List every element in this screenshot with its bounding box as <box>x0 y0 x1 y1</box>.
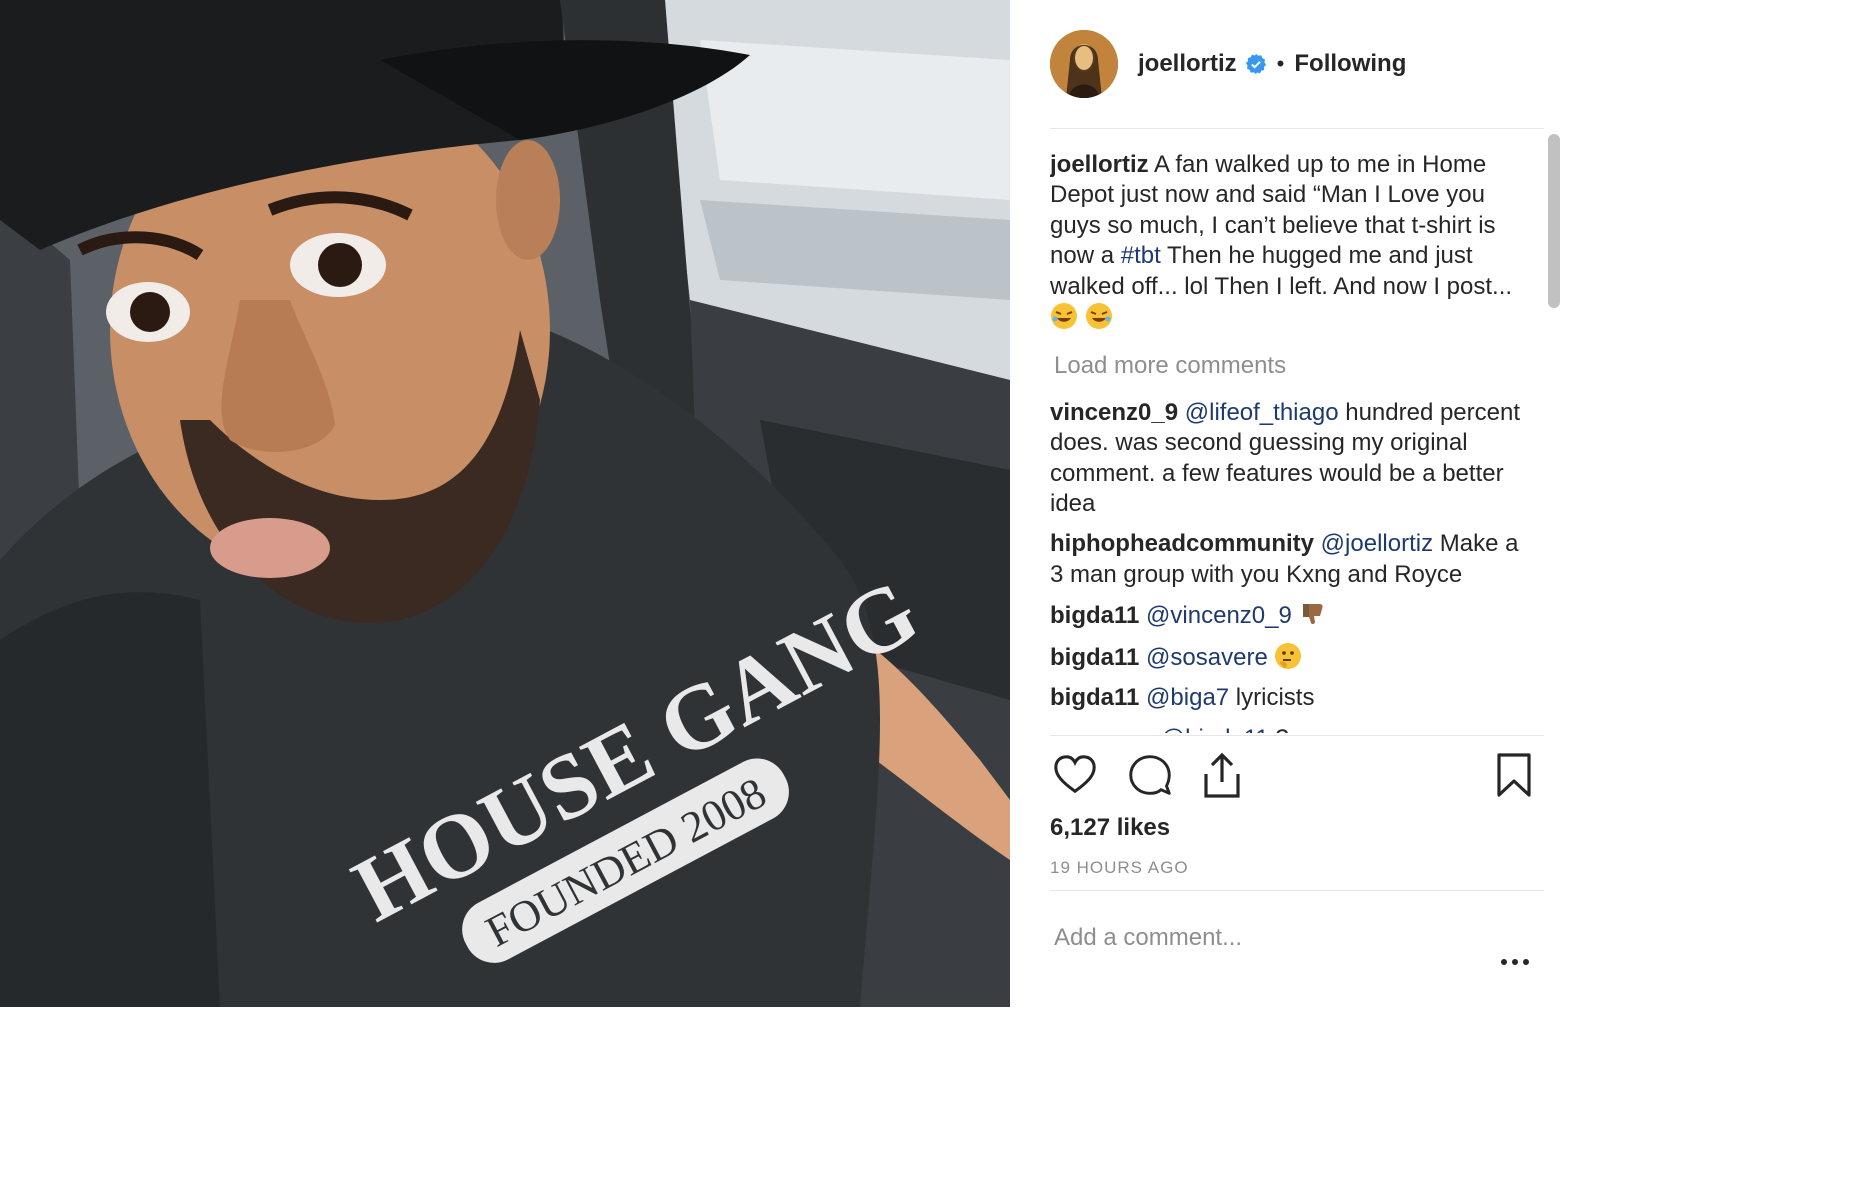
comments-divider <box>1050 735 1544 736</box>
comment-mention[interactable]: @vincenz0_9 <box>1146 602 1292 629</box>
header-divider <box>1050 128 1544 129</box>
comment-username[interactable]: vincenz0_9 <box>1050 399 1178 426</box>
rofl-emoji-icon <box>1051 303 1077 330</box>
comment-mention[interactable]: @biga7 <box>1146 684 1229 711</box>
comment-text: ? <box>1269 725 1288 734</box>
selfie-illustration: HOUSE GANG FOUNDED 2008 <box>0 0 1010 1007</box>
comment-mention[interactable]: @lifeof_thiago <box>1185 399 1339 426</box>
thumbs-down-emoji-icon <box>1302 604 1323 625</box>
verified-badge-icon <box>1245 53 1266 75</box>
header-separator: • <box>1276 51 1285 76</box>
comment-item: hiphopheadcommunity @joellortiz Make a 3… <box>1050 529 1520 590</box>
footer-divider <box>1050 890 1544 891</box>
comment-mention[interactable]: @sosavere <box>1146 644 1268 671</box>
caption-username[interactable]: joellortiz <box>1050 151 1149 178</box>
post-caption: joellortiz A fan walked up to me in Home… <box>1050 150 1520 333</box>
comments-scrollbar[interactable] <box>1548 134 1560 308</box>
avatar-image <box>1050 30 1118 98</box>
load-more-comments-button[interactable]: Load more comments <box>1054 351 1520 381</box>
likes-count[interactable]: 6,127 likes <box>1050 814 1170 842</box>
post-header: joellortiz • Following <box>1050 30 1530 98</box>
comment-item: bigda11 @biga7 lyricists <box>1050 683 1520 713</box>
comment-mention[interactable]: @bigda11 <box>1161 725 1269 734</box>
thinking-face-emoji-icon <box>1275 642 1302 669</box>
comments-list[interactable]: joellortiz A fan walked up to me in Home… <box>1050 150 1520 733</box>
comment-text: lyricists <box>1229 684 1315 712</box>
avatar[interactable] <box>1050 30 1118 98</box>
comment-item: sosavere @bigda11 ? <box>1050 724 1520 734</box>
comment-item: bigda11 @vincenz0_9 <box>1050 600 1520 631</box>
post-sidebar: joellortiz • Following joellortiz A fan … <box>1010 0 1568 1007</box>
comment-username[interactable]: sosavere <box>1050 725 1154 734</box>
heart-icon[interactable] <box>1052 752 1098 798</box>
more-options-icon[interactable] <box>1500 956 1530 968</box>
bookmark-icon[interactable] <box>1496 752 1532 798</box>
post-actions <box>1050 752 1540 802</box>
comment-username[interactable]: hiphopheadcommunity <box>1050 530 1314 557</box>
comment-item: bigda11 @sosavere <box>1050 642 1520 673</box>
author-username[interactable]: joellortiz <box>1138 50 1237 78</box>
comment-username[interactable]: bigda11 <box>1050 644 1139 671</box>
following-button[interactable]: Following <box>1294 50 1406 78</box>
comment-username[interactable]: bigda11 <box>1050 602 1139 629</box>
add-comment-input[interactable] <box>1050 918 1478 958</box>
comment-icon[interactable] <box>1128 752 1172 798</box>
rofl-emoji-icon <box>1085 303 1112 330</box>
share-icon[interactable] <box>1202 752 1242 800</box>
post-timestamp[interactable]: 19 HOURS AGO <box>1050 858 1189 878</box>
comment-item: vincenz0_9 @lifeof_thiago hundred percen… <box>1050 398 1520 520</box>
post-photo[interactable]: HOUSE GANG FOUNDED 2008 <box>0 0 1010 1007</box>
comment-mention[interactable]: @joellortiz <box>1321 530 1433 557</box>
caption-hashtag[interactable]: #tbt <box>1121 242 1161 269</box>
comment-username[interactable]: bigda11 <box>1050 684 1139 711</box>
